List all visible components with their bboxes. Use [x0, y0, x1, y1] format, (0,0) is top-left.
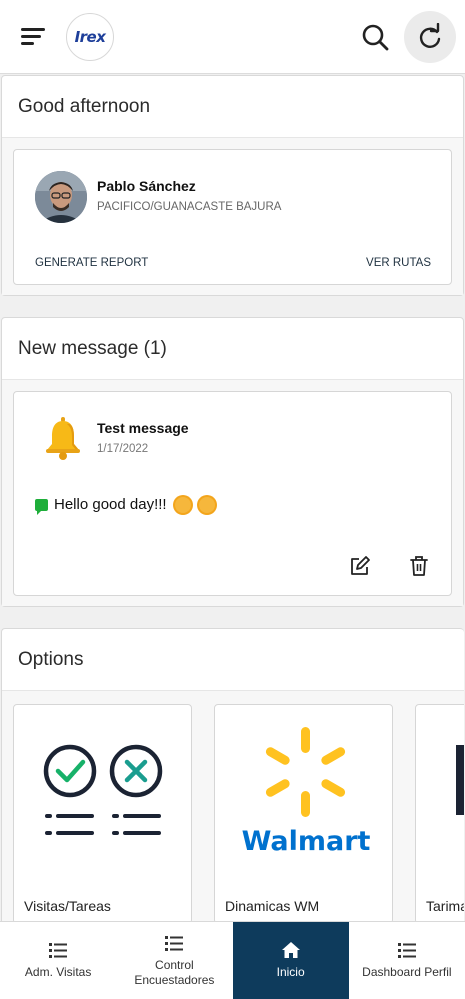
nav-control-encuestadores[interactable]: Control Encuestadores [116, 922, 232, 999]
chat-bubble-icon [35, 498, 48, 515]
list-icon [397, 943, 416, 958]
bell-icon [43, 416, 83, 460]
ver-rutas-button[interactable]: VER RUTAS [366, 257, 431, 269]
option-label: Dinamicas WM [225, 898, 320, 914]
greeting-card: Good afternoon Pablo Sánchez PACIFICO/GU… [1, 75, 464, 296]
messages-title: New message (1) [2, 318, 463, 380]
avatar [35, 171, 87, 223]
user-name: Pablo Sánchez [97, 178, 196, 194]
messages-body: Test message 1/17/2022 Hello good day!!! [2, 380, 463, 606]
trash-icon[interactable] [406, 553, 432, 579]
option-label: Tarimas [426, 898, 464, 914]
message-text-row: Hello good day!!! [35, 496, 215, 515]
option-label: Visitas/Tareas [24, 898, 111, 914]
generate-report-button[interactable]: GENERATE REPORT [35, 257, 148, 269]
menu-icon[interactable] [18, 22, 50, 52]
message-date: 1/17/2022 [97, 443, 149, 455]
options-title: Options [2, 629, 464, 691]
logo-text: Irex [74, 28, 106, 46]
greeting-title: Good afternoon [2, 76, 463, 138]
nav-label: Control Encuestadores [134, 957, 215, 987]
irex-logo: Irex [66, 13, 114, 61]
list-icon [49, 943, 68, 958]
list-icon [165, 935, 184, 951]
message-text: Hello good day!!! [54, 496, 167, 513]
checklist-icon [43, 744, 163, 835]
user-region: PACIFICO/GUANACASTE BAJURA [97, 201, 282, 213]
home-icon [281, 942, 300, 958]
walmart-logo: Walmart [242, 727, 371, 857]
option-visitas-tareas[interactable]: Visitas/Tareas [13, 704, 192, 924]
nav-inicio[interactable]: Inicio [232, 922, 349, 999]
bottom-navigation: Adm. Visitas Control Encuestadores Inici… [0, 921, 465, 999]
edit-icon[interactable] [347, 553, 373, 579]
nav-label: Inicio [276, 965, 305, 979]
message-item: Test message 1/17/2022 Hello good day!!! [13, 391, 452, 596]
tarima-icon [456, 745, 464, 815]
messages-card: New message (1) Test message 1/17/2022 H… [1, 317, 464, 607]
option-tarimas[interactable]: Tarimas [415, 704, 464, 924]
nav-adm-visitas[interactable]: Adm. Visitas [0, 922, 116, 999]
nav-label: Dashboard Perfil [362, 965, 452, 979]
search-icon[interactable] [358, 20, 394, 56]
option-dinamicas-wm[interactable]: Walmart Dinamicas WM [214, 704, 393, 924]
refresh-icon[interactable] [404, 11, 456, 63]
sun-emoji-icon [174, 496, 191, 513]
options-card: Options Visitas/Tareas Walmart Dinamicas… [1, 628, 464, 948]
nav-dashboard-perfil[interactable]: Dashboard Perfil [349, 922, 465, 999]
walmart-logo-text: Walmart [242, 826, 371, 857]
top-app-bar: Irex [0, 0, 465, 74]
greeting-body: Pablo Sánchez PACIFICO/GUANACASTE BAJURA… [2, 138, 463, 295]
message-title: Test message [97, 420, 189, 436]
sun-emoji-icon [198, 496, 215, 513]
user-card: Pablo Sánchez PACIFICO/GUANACASTE BAJURA… [13, 149, 452, 285]
nav-label: Adm. Visitas [24, 965, 92, 979]
